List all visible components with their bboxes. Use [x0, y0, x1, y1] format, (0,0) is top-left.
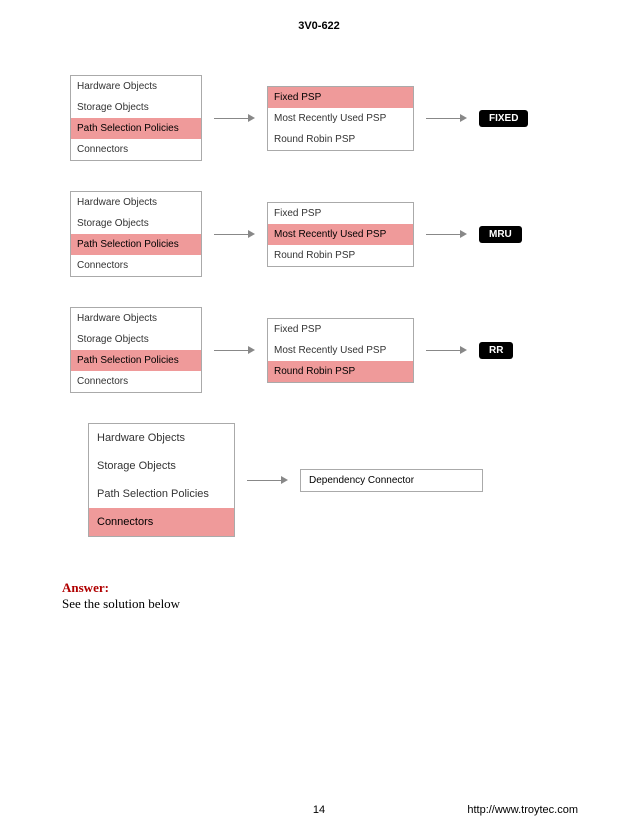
list-item-psp-selected[interactable]: Path Selection Policies	[71, 350, 201, 371]
dependency-connector-box: Dependency Connector	[300, 469, 483, 492]
mapping-row-2: Hardware Objects Storage Objects Path Se…	[70, 191, 590, 277]
psp-fixed-selected[interactable]: Fixed PSP	[268, 87, 413, 108]
mapping-row-3: Hardware Objects Storage Objects Path Se…	[70, 307, 590, 393]
footer-url: http://www.troytec.com	[467, 804, 578, 816]
source-list-1[interactable]: Hardware Objects Storage Objects Path Se…	[70, 75, 202, 161]
arrow-icon	[214, 346, 255, 354]
page-title: 3V0-622	[0, 0, 638, 32]
psp-rr[interactable]: Round Robin PSP	[268, 129, 413, 150]
arrow-icon	[426, 230, 467, 238]
list-item-storage[interactable]: Storage Objects	[89, 452, 234, 480]
answer-label: Answer:	[62, 580, 180, 596]
arrow-icon	[426, 114, 467, 122]
list-item-hardware[interactable]: Hardware Objects	[71, 192, 201, 213]
answer-text: See the solution below	[62, 596, 180, 612]
arrow-icon	[214, 230, 255, 238]
arrow-icon	[426, 346, 467, 354]
source-list-2[interactable]: Hardware Objects Storage Objects Path Se…	[70, 191, 202, 277]
list-item-psp-selected[interactable]: Path Selection Policies	[71, 234, 201, 255]
list-item-connectors[interactable]: Connectors	[71, 139, 201, 160]
arrow-icon	[247, 476, 288, 484]
arrow-icon	[214, 114, 255, 122]
psp-rr[interactable]: Round Robin PSP	[268, 245, 413, 266]
psp-fixed[interactable]: Fixed PSP	[268, 319, 413, 340]
mapping-row-1: Hardware Objects Storage Objects Path Se…	[70, 75, 590, 161]
psp-mru[interactable]: Most Recently Used PSP	[268, 108, 413, 129]
list-item-storage[interactable]: Storage Objects	[71, 97, 201, 118]
psp-list-1[interactable]: Fixed PSP Most Recently Used PSP Round R…	[267, 86, 414, 151]
result-tag-mru: MRU	[479, 226, 522, 243]
list-item-psp-selected[interactable]: Path Selection Policies	[71, 118, 201, 139]
list-item-hardware[interactable]: Hardware Objects	[71, 76, 201, 97]
list-item-storage[interactable]: Storage Objects	[71, 329, 201, 350]
mapping-row-4: Hardware Objects Storage Objects Path Se…	[70, 423, 590, 537]
answer-block: Answer: See the solution below	[62, 580, 180, 612]
psp-rr-selected[interactable]: Round Robin PSP	[268, 361, 413, 382]
list-item-connectors-selected[interactable]: Connectors	[89, 508, 234, 536]
list-item-connectors[interactable]: Connectors	[71, 255, 201, 276]
list-item-storage[interactable]: Storage Objects	[71, 213, 201, 234]
psp-list-3[interactable]: Fixed PSP Most Recently Used PSP Round R…	[267, 318, 414, 383]
list-item-psp[interactable]: Path Selection Policies	[89, 480, 234, 508]
psp-mru-selected[interactable]: Most Recently Used PSP	[268, 224, 413, 245]
source-list-3[interactable]: Hardware Objects Storage Objects Path Se…	[70, 307, 202, 393]
result-tag-fixed: FIXED	[479, 110, 528, 127]
list-item-hardware[interactable]: Hardware Objects	[71, 308, 201, 329]
result-tag-rr: RR	[479, 342, 513, 359]
psp-mru[interactable]: Most Recently Used PSP	[268, 340, 413, 361]
psp-list-2[interactable]: Fixed PSP Most Recently Used PSP Round R…	[267, 202, 414, 267]
psp-fixed[interactable]: Fixed PSP	[268, 203, 413, 224]
source-list-4[interactable]: Hardware Objects Storage Objects Path Se…	[88, 423, 235, 537]
content-area: Hardware Objects Storage Objects Path Se…	[70, 75, 590, 567]
list-item-hardware[interactable]: Hardware Objects	[89, 424, 234, 452]
list-item-connectors[interactable]: Connectors	[71, 371, 201, 392]
